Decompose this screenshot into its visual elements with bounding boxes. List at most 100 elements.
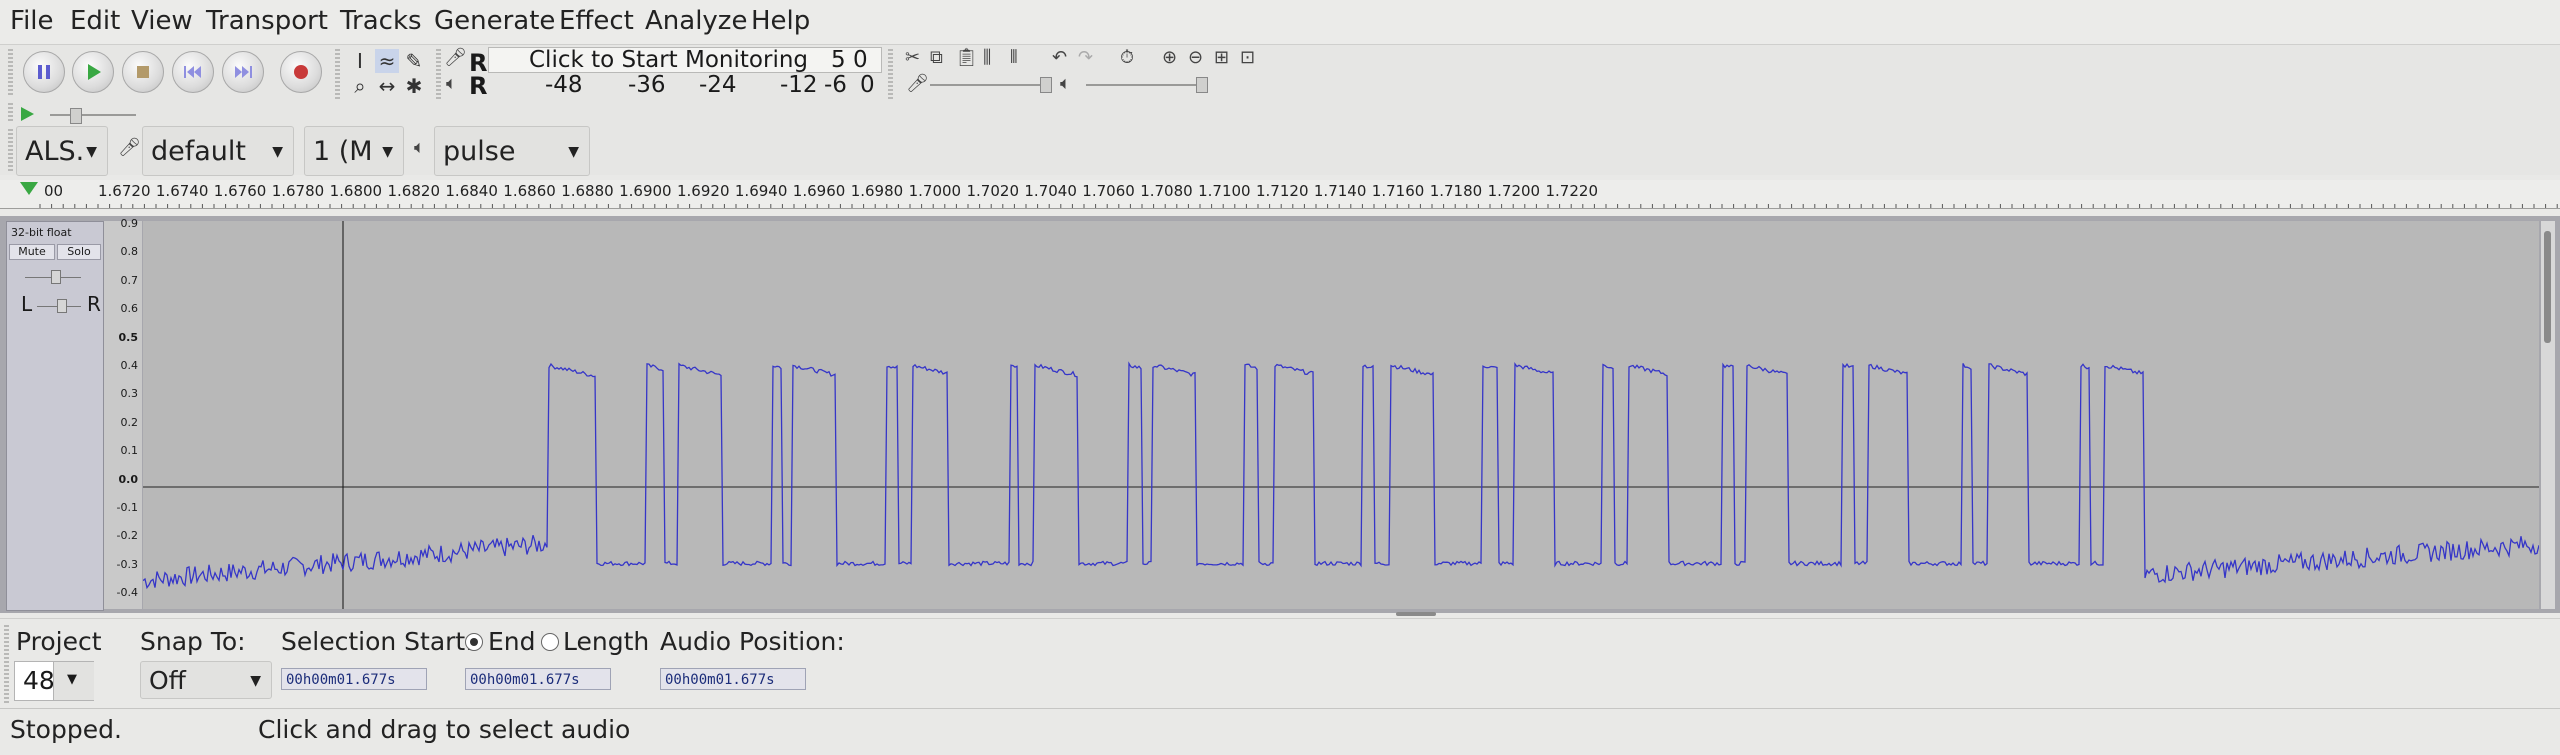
menu-file[interactable]: File bbox=[10, 6, 54, 36]
play-speed-thumb[interactable] bbox=[70, 108, 82, 124]
audio-host-dropdown[interactable]: ALS. ▼ bbox=[16, 126, 108, 176]
menu-edit[interactable]: Edit bbox=[70, 6, 120, 36]
amplitude-label: -0.1 bbox=[116, 501, 138, 514]
play-button[interactable] bbox=[72, 51, 114, 93]
solo-button[interactable]: Solo bbox=[57, 244, 101, 260]
menu-transport[interactable]: Transport bbox=[206, 6, 328, 36]
pause-button[interactable] bbox=[23, 51, 65, 93]
menu-effect[interactable]: Effect bbox=[559, 6, 634, 36]
channels-value: 1 (M bbox=[313, 136, 373, 167]
record-scale-tail: 5 0 bbox=[831, 47, 868, 73]
recording-device-value: default bbox=[151, 136, 247, 167]
zoom-tool-icon[interactable]: ⌕ bbox=[348, 74, 372, 98]
zoom-out-icon[interactable]: ⊖ bbox=[1188, 47, 1203, 68]
waveform-area[interactable] bbox=[142, 221, 2540, 609]
amplitude-label: 0.7 bbox=[120, 273, 139, 287]
selection-toolbar: Project 48 ▼ Snap To: Off ▼ Selection Sta… bbox=[0, 618, 2560, 709]
selection-tool-icon[interactable]: I bbox=[348, 49, 372, 73]
skip-to-start-button[interactable] bbox=[172, 51, 214, 93]
toolbar-grip[interactable] bbox=[436, 49, 441, 99]
silence-icon[interactable]: ⫴ bbox=[1010, 47, 1018, 68]
vertical-scrollbar[interactable] bbox=[2541, 221, 2555, 609]
toolbar-grip[interactable] bbox=[335, 49, 340, 99]
copy-icon[interactable]: ⧉ bbox=[930, 47, 943, 68]
play-speed-slider[interactable] bbox=[50, 114, 136, 116]
amplitude-label: 0.1 bbox=[120, 444, 139, 458]
chevron-down-icon: ▼ bbox=[272, 144, 283, 160]
menu-view[interactable]: View bbox=[131, 6, 193, 36]
playback-volume-slider[interactable] bbox=[1086, 84, 1206, 86]
amplitude-label: -0.4 bbox=[116, 586, 138, 600]
vertical-ruler[interactable]: 0.9 0.8 0.7 0.6 0.5 0.4 0.3 0.2 0.1 0.0 -0.1 -0.2 -0… bbox=[104, 217, 142, 609]
toolbar-grip[interactable] bbox=[4, 625, 9, 705]
envelope-tool-icon[interactable]: ≈ bbox=[375, 49, 399, 73]
monitor-prompt[interactable]: Click to Start Monitoring bbox=[529, 47, 808, 73]
fit-project-icon[interactable]: ⊡ bbox=[1240, 47, 1255, 68]
toolbar-grip[interactable] bbox=[8, 129, 13, 173]
track-resize-handle[interactable] bbox=[1396, 612, 1436, 616]
length-radio[interactable] bbox=[541, 633, 559, 651]
menu-bar: File Edit View Transport Tracks Generate… bbox=[0, 0, 2560, 45]
fit-selection-icon[interactable]: ⊞ bbox=[1214, 47, 1229, 68]
amplitude-label: 0.8 bbox=[120, 245, 139, 259]
project-rate-arrow[interactable]: ▼ bbox=[53, 662, 94, 700]
cut-icon[interactable]: ✂ bbox=[905, 47, 920, 68]
amplitude-label: -0.3 bbox=[116, 557, 138, 571]
redo-icon[interactable]: ↷ bbox=[1078, 47, 1093, 68]
vertical-scrollbar-thumb[interactable] bbox=[2544, 231, 2551, 343]
microphone-icon: 🎤︎ bbox=[444, 47, 467, 68]
chevron-down-icon: ▼ bbox=[382, 144, 393, 160]
status-hint: Click and drag to select audio bbox=[258, 715, 631, 744]
waveform bbox=[142, 221, 2540, 609]
sync-lock-icon[interactable]: ⏱︎ bbox=[1120, 47, 1134, 68]
record-volume-slider[interactable] bbox=[930, 84, 1050, 86]
record-meter[interactable]: Click to Start Monitoring 5 0 bbox=[488, 47, 882, 73]
skip-to-end-button[interactable] bbox=[222, 51, 264, 93]
record-volume-thumb[interactable] bbox=[1040, 77, 1052, 93]
project-rate-dropdown[interactable]: 48 ▼ bbox=[14, 661, 94, 701]
pan-thumb[interactable] bbox=[57, 299, 67, 313]
channels-dropdown[interactable]: 1 (M ▼ bbox=[304, 126, 404, 176]
amplitude-label: 0.0 bbox=[118, 472, 139, 486]
selection-end-time[interactable]: 00h00m01.677s bbox=[465, 668, 611, 690]
zoom-in-icon[interactable]: ⊕ bbox=[1162, 47, 1177, 68]
toolbar-grip[interactable] bbox=[888, 49, 893, 99]
play-at-speed-icon[interactable] bbox=[18, 105, 36, 123]
trim-icon[interactable]: ⫼ bbox=[983, 47, 991, 68]
selection-start-label: Selection Start: bbox=[281, 627, 474, 656]
playback-scale-label: -6 bbox=[824, 72, 847, 98]
snap-to-value: Off bbox=[149, 666, 186, 695]
stop-button[interactable] bbox=[122, 51, 164, 93]
status-bar: Stopped. Click and drag to select audio bbox=[0, 708, 2560, 755]
chevron-down-icon: ▼ bbox=[86, 144, 97, 160]
recording-device-dropdown[interactable]: default ▼ bbox=[142, 126, 294, 176]
menu-tracks[interactable]: Tracks bbox=[340, 6, 422, 36]
menu-generate[interactable]: Generate bbox=[434, 6, 555, 36]
audio-position-time[interactable]: 00h00m01.677s bbox=[660, 668, 806, 690]
snap-to-dropdown[interactable]: Off ▼ bbox=[140, 661, 272, 699]
draw-tool-icon[interactable]: ✎ bbox=[402, 49, 426, 73]
playback-device-dropdown[interactable]: pulse ▼ bbox=[434, 126, 590, 176]
project-rate-value: 48 bbox=[23, 666, 55, 695]
toolbar-grip[interactable] bbox=[8, 103, 13, 123]
pause-icon bbox=[38, 65, 50, 79]
end-radio[interactable] bbox=[465, 633, 483, 651]
undo-icon[interactable]: ↶ bbox=[1052, 47, 1067, 68]
toolbar-grip[interactable] bbox=[8, 49, 13, 97]
amplitude-label: 0.2 bbox=[120, 415, 139, 429]
paste-icon[interactable]: 📋︎ bbox=[955, 47, 978, 68]
timeshift-tool-icon[interactable]: ↔ bbox=[375, 74, 399, 98]
timeline-ruler[interactable]: 00 1.6720 1.6740 1.6760 1.6780 1.6800 1.6820 1.… bbox=[0, 180, 2560, 209]
mute-button[interactable]: Mute bbox=[9, 244, 55, 260]
menu-help[interactable]: Help bbox=[751, 6, 810, 36]
menu-analyze[interactable]: Analyze bbox=[645, 6, 747, 36]
amplitude-label: -0.2 bbox=[116, 529, 138, 543]
selection-start-time[interactable]: 00h00m01.677s bbox=[281, 668, 427, 690]
playback-meter[interactable]: -48 -36 -24 -12 -6 0 bbox=[488, 72, 880, 98]
record-button[interactable] bbox=[280, 51, 322, 93]
snap-to-label: Snap To: bbox=[140, 627, 246, 656]
track-control-panel[interactable]: 32-bit float Mute Solo L R bbox=[6, 221, 104, 611]
gain-thumb[interactable] bbox=[51, 270, 61, 284]
playback-volume-thumb[interactable] bbox=[1196, 77, 1208, 93]
multi-tool-icon[interactable]: ✱ bbox=[402, 74, 426, 98]
